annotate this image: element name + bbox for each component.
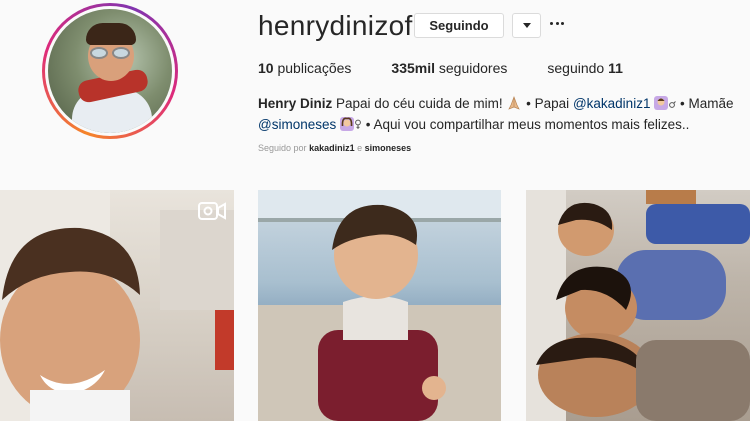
post-1-image [0,190,234,421]
bio-text-2: • Papai [526,96,570,111]
suggestions-dropdown-button[interactable] [512,13,541,38]
bio-text-1: Papai do céu cuida de mim! [336,96,503,111]
posts-stat: 10 publicações [258,60,351,76]
followed-by-conjunction: e [357,143,363,153]
following-label: seguindo [547,60,605,76]
more-options-icon[interactable] [550,20,564,26]
mention-link-mother[interactable]: @simoneses [258,117,336,132]
mention-link-father[interactable]: @kakadiniz1 [573,96,651,111]
posts-count: 10 [258,60,274,76]
woman-emoji [340,117,361,131]
followed-by-user-2: simoneses [364,143,412,153]
avatar-photo [48,9,172,133]
post-thumbnail-2[interactable] [258,190,501,421]
followers-stat[interactable]: 335mil seguidores [391,60,507,76]
post-2-image [258,190,501,421]
folded-hands-emoji [508,96,521,110]
profile-avatar[interactable] [42,3,178,139]
bio-text-4: • Aqui vou compartilhar meus momentos ma… [365,117,690,132]
following-stat[interactable]: seguindo 11 [547,60,623,76]
following-count: 11 [608,60,623,76]
profile-bio: Henry Diniz Papai do céu cuida de mim! •… [258,93,738,135]
bio-text-3: • Mamãe [679,96,734,111]
profile-stats: 10 publicações 335mil seguidores seguind… [258,60,663,76]
followers-label: seguidores [438,60,508,76]
post-thumbnail-video[interactable] [0,190,234,421]
profile-username: henrydinizof [258,10,413,41]
post-3-image [526,190,750,421]
followed-by-line[interactable]: Seguido por kakadiniz1 e simoneses [258,143,411,153]
followed-by-prefix: Seguido por [258,143,307,153]
avatar-border [45,6,175,136]
following-button[interactable]: Seguindo [414,13,504,38]
posts-label: publicações [277,60,352,76]
man-emoji [654,96,677,110]
profile-full-name: Henry Diniz [258,96,333,111]
video-camera-icon [198,202,226,220]
chevron-down-icon [522,23,531,28]
followers-count: 335mil [391,60,435,76]
followed-by-user-1: kakadiniz1 [309,143,355,153]
post-thumbnail-3[interactable] [526,190,750,421]
